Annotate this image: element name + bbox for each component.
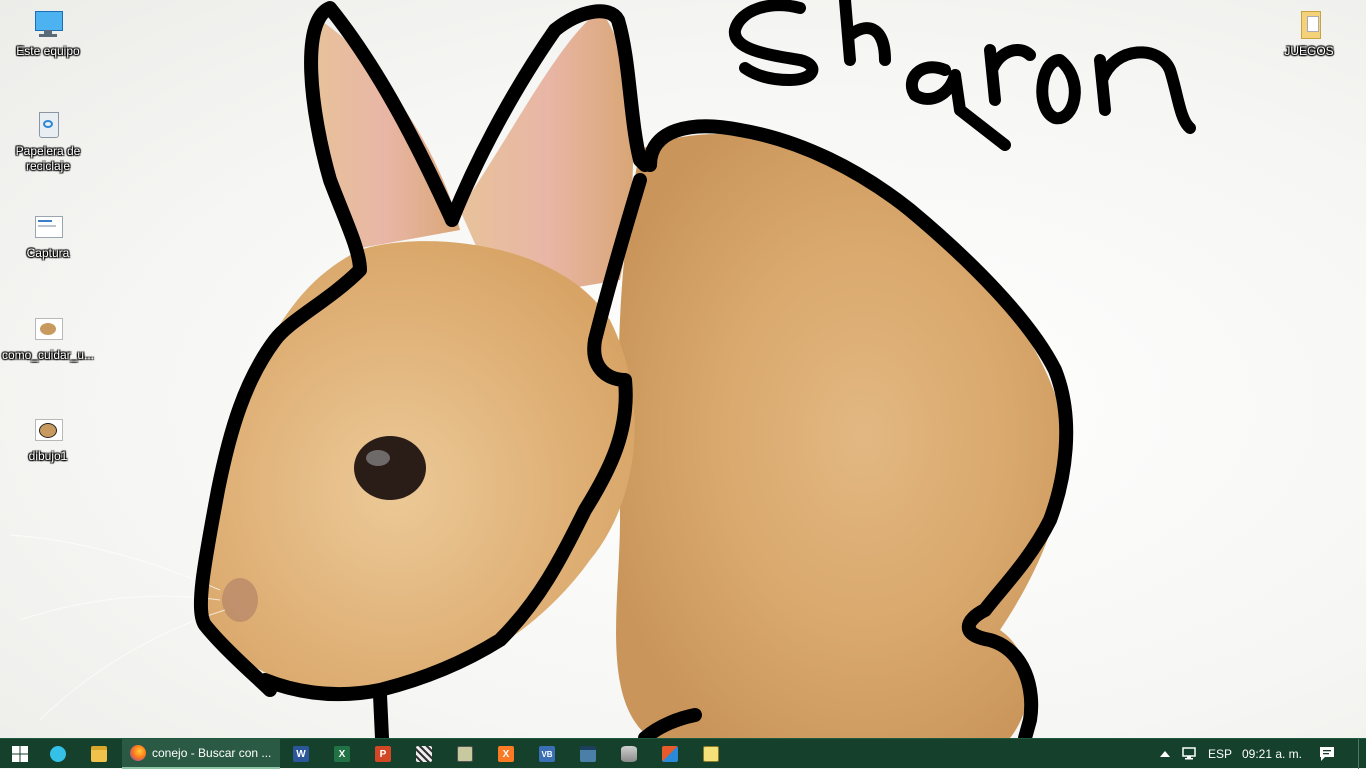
- desktop: Este equipo Papelera de reciclaje Captur…: [0, 0, 1366, 738]
- powerpoint-icon: P: [375, 746, 391, 762]
- taskbar-workbench[interactable]: [568, 739, 608, 769]
- desktop-icon-juegos[interactable]: JUEGOS: [1261, 8, 1357, 59]
- language-label: ESP: [1207, 747, 1232, 761]
- word-icon: W: [293, 746, 309, 762]
- taskbar-app[interactable]: [445, 739, 485, 769]
- bunny-wallpaper: [9, 0, 1196, 738]
- chevron-up-icon: [1160, 751, 1170, 757]
- taskbar-excel[interactable]: X: [322, 739, 362, 769]
- network-button[interactable]: [1178, 739, 1202, 769]
- desktop-icon-captura[interactable]: Captura: [0, 210, 96, 261]
- taskbar-database[interactable]: [609, 739, 649, 769]
- taskbar: conejo - Buscar con ... W X P X VB ESP 0…: [0, 738, 1366, 769]
- desktop-icon-este-equipo[interactable]: Este equipo: [0, 8, 96, 59]
- visual-basic-icon: VB: [539, 746, 555, 762]
- desktop-icon-label: JUEGOS: [1284, 44, 1334, 58]
- clock[interactable]: 09:21 a. m.: [1238, 739, 1306, 769]
- bunny-eye: [354, 436, 426, 500]
- screenshot-file-icon: [32, 210, 64, 242]
- bunny-image-icon: [32, 413, 64, 445]
- taskbar-snipping[interactable]: [404, 739, 444, 769]
- bunny-image-icon: [32, 312, 64, 344]
- taskbar-file-explorer[interactable]: [79, 739, 119, 769]
- notification-icon: [1320, 747, 1334, 761]
- snipping-icon: [416, 746, 432, 762]
- desktop-icon-label: dibujo1: [28, 449, 68, 463]
- show-desktop-button[interactable]: [1358, 739, 1366, 769]
- workbench-icon: [580, 746, 596, 762]
- bunny-left-ear: [311, 20, 460, 250]
- language-indicator[interactable]: ESP: [1204, 739, 1236, 769]
- desktop-icon-papelera[interactable]: Papelera de reciclaje: [0, 108, 96, 174]
- paint-icon: [662, 746, 678, 762]
- computer-icon: [32, 8, 64, 40]
- desktop-icon-label: Papelera de reciclaje: [15, 144, 81, 173]
- desktop-icon-label: Captura: [26, 246, 70, 260]
- firefox-icon: [130, 745, 146, 761]
- windows-start-icon: [12, 746, 28, 762]
- xampp-icon: X: [498, 746, 514, 762]
- desktop-icon-label: como_cuidar_u...: [1, 348, 95, 362]
- recycle-bin-icon: [32, 108, 64, 140]
- taskbar-powerpoint[interactable]: P: [363, 739, 403, 769]
- taskbar-paint[interactable]: [650, 739, 690, 769]
- excel-icon: X: [334, 746, 350, 762]
- taskbar-notepad[interactable]: [691, 739, 731, 769]
- taskbar-edge[interactable]: [38, 739, 78, 769]
- desktop-icon-dibujo1[interactable]: dibujo1: [0, 413, 96, 464]
- notepad-icon: [703, 746, 719, 762]
- edge-icon: [50, 746, 66, 762]
- active-window-title: conejo - Buscar con ...: [152, 746, 272, 760]
- handwriting-sharon: [728, 0, 1196, 151]
- network-icon: [1182, 747, 1196, 760]
- action-center-button[interactable]: [1312, 739, 1342, 769]
- taskbar-word[interactable]: W: [281, 739, 321, 769]
- show-hidden-icons-button[interactable]: [1156, 739, 1174, 769]
- start-button[interactable]: [0, 739, 40, 769]
- file-explorer-icon: [91, 746, 107, 762]
- clock-time: 09:21 a. m.: [1241, 747, 1303, 761]
- taskbar-xampp[interactable]: X: [486, 739, 526, 769]
- app-icon: [457, 746, 473, 762]
- desktop-icon-label: Este equipo: [16, 44, 80, 58]
- desktop-icon-como-cuidar[interactable]: como_cuidar_u...: [0, 312, 96, 363]
- taskbar-active-window[interactable]: conejo - Buscar con ...: [122, 739, 280, 769]
- database-icon: [621, 746, 637, 762]
- bunny-nose: [222, 578, 258, 622]
- taskbar-visual-basic[interactable]: VB: [527, 739, 567, 769]
- folder-icon: [1293, 8, 1325, 40]
